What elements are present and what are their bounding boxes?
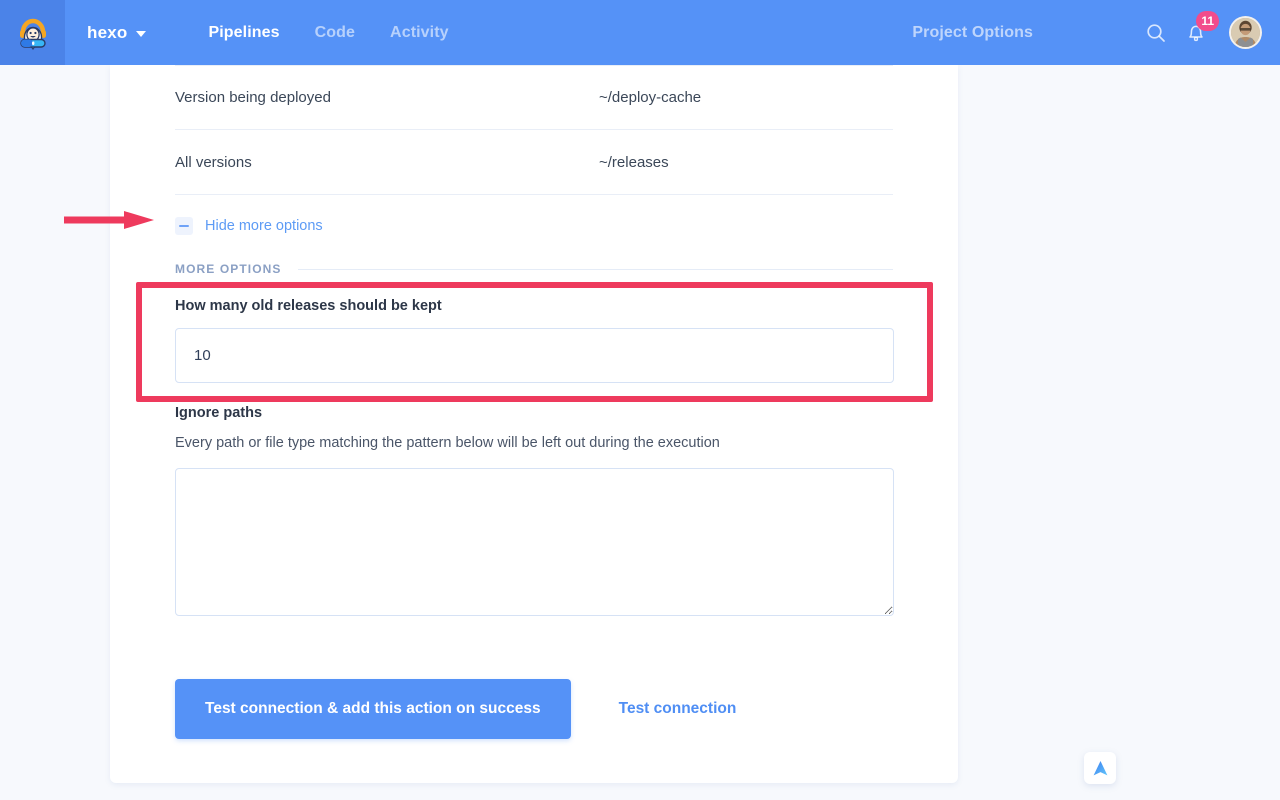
nav-link-pipelines[interactable]: Pipelines (208, 24, 279, 42)
top-navigation-bar: hexo Pipelines Code Activity Project Opt… (0, 0, 1280, 65)
buddy-astronaut-logo-icon (19, 18, 46, 50)
table-row: Version being deployed ~/deploy-cache (175, 65, 893, 130)
form-actions: Test connection & add this action on suc… (175, 679, 958, 739)
row-value: ~/releases (599, 153, 669, 171)
row-value: ~/deploy-cache (599, 89, 702, 106)
action-settings-card: Version being deployed ~/deploy-cache Al… (110, 65, 958, 783)
releases-kept-input[interactable] (175, 328, 894, 383)
ignore-paths-label: Ignore paths (175, 405, 263, 421)
row-label: Version being deployed (175, 89, 331, 106)
chevron-down-icon (136, 31, 147, 37)
ignore-paths-textarea[interactable] (175, 468, 894, 616)
remote-paths-table: Version being deployed ~/deploy-cache Al… (110, 65, 958, 195)
ignore-paths-hint: Every path or file type matching the pat… (175, 435, 720, 451)
row-label: All versions (175, 153, 252, 171)
hide-more-options-label: Hide more options (205, 218, 323, 234)
minus-icon (175, 217, 193, 235)
project-options-link[interactable]: Project Options (912, 24, 1033, 42)
table-row: All versions ~/releases (175, 130, 893, 195)
test-connection-and-add-action-button[interactable]: Test connection & add this action on suc… (175, 679, 571, 739)
hide-more-options-toggle[interactable]: Hide more options (175, 217, 323, 235)
scroll-to-top-button[interactable] (1084, 752, 1116, 784)
avatar-photo-icon (1231, 18, 1260, 47)
app-logo-button[interactable] (0, 0, 65, 65)
primary-nav: Pipelines Code Activity (208, 24, 483, 42)
search-icon (1147, 23, 1165, 42)
ignore-paths-field: Ignore paths Every path or file type mat… (175, 405, 894, 616)
more-options-section-header: More options (175, 262, 893, 276)
notification-count-badge: 11 (1196, 10, 1219, 31)
nav-link-code[interactable]: Code (315, 24, 355, 42)
project-name: hexo (87, 22, 128, 42)
releases-kept-field: How many old releases should be kept (175, 298, 894, 383)
search-button[interactable] (1139, 16, 1173, 50)
section-divider (297, 268, 893, 270)
user-avatar[interactable] (1229, 16, 1262, 49)
more-options-label: More options (175, 262, 282, 276)
test-connection-button[interactable]: Test connection (613, 699, 743, 719)
scroll-up-arrow-icon (1093, 760, 1107, 775)
topbar-right-group: Project Options 11 (912, 10, 1280, 50)
notifications-button[interactable]: 11 (1179, 10, 1219, 50)
project-switcher[interactable]: hexo (87, 22, 147, 43)
nav-link-activity[interactable]: Activity (390, 24, 449, 42)
releases-kept-label: How many old releases should be kept (175, 298, 442, 314)
